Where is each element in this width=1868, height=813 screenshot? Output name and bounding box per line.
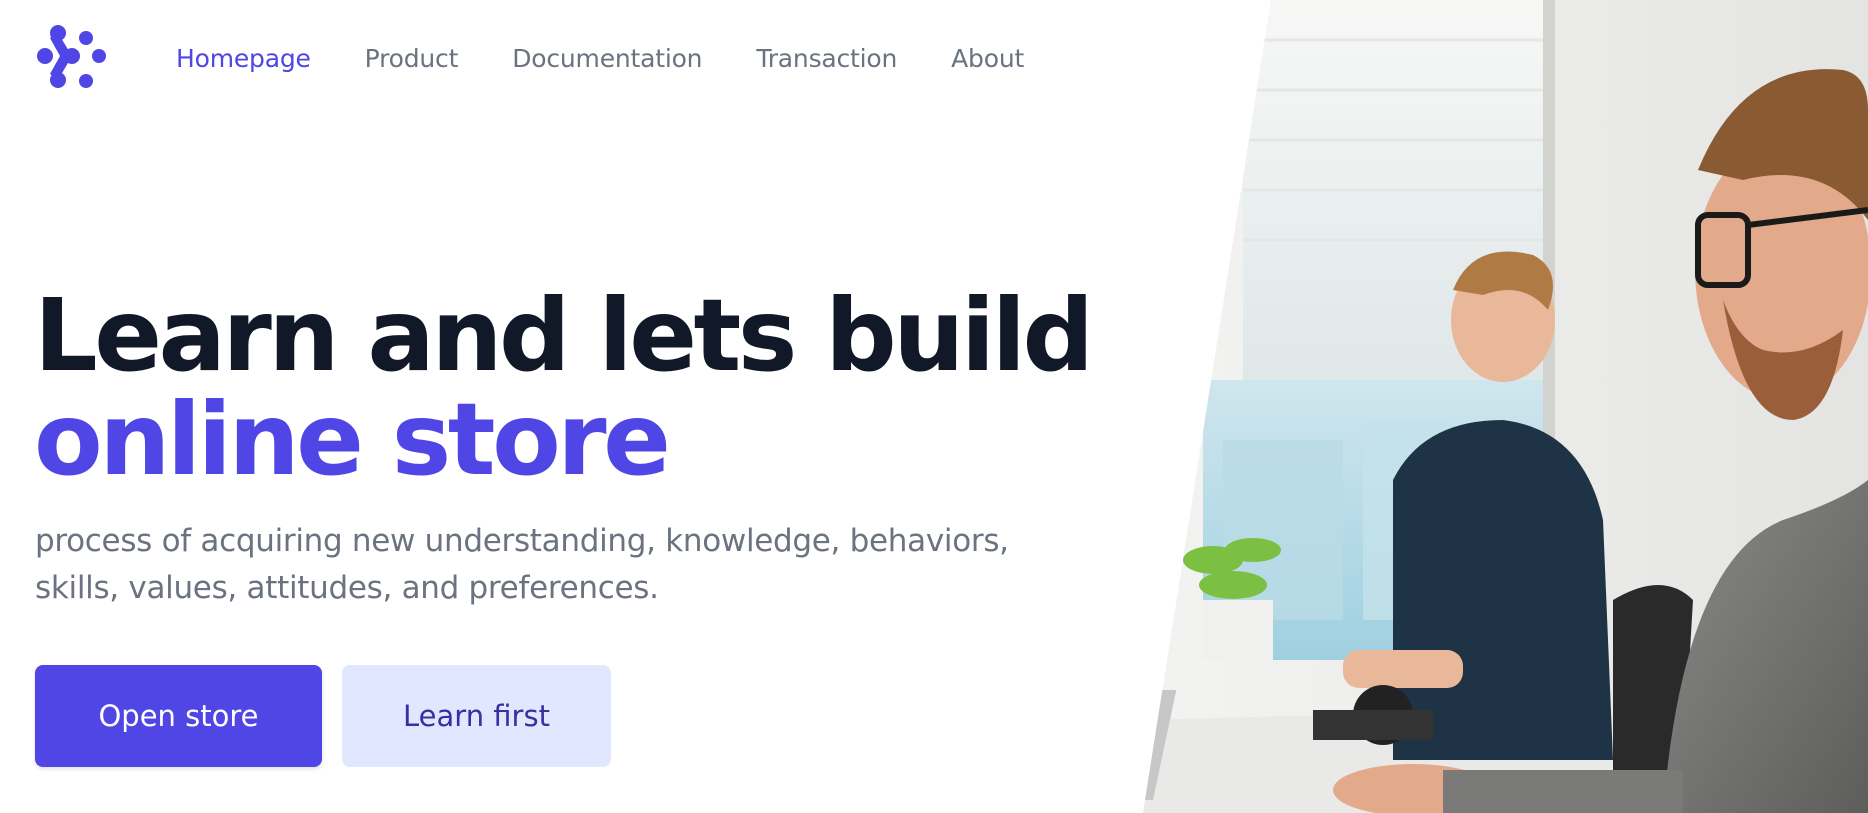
office-workers-image — [1143, 0, 1868, 813]
main-nav: Homepage Product Documentation Transacti… — [176, 38, 1024, 78]
hero-title-line1: Learn and lets build — [34, 277, 1094, 394]
nav-item-product[interactable]: Product — [365, 44, 459, 73]
brand-logo[interactable] — [36, 24, 108, 90]
nav-item-homepage[interactable]: Homepage — [176, 44, 311, 73]
hero-photo — [1143, 0, 1868, 813]
dots-logo-icon — [37, 25, 106, 88]
nav-item-transaction[interactable]: Transaction — [756, 44, 897, 73]
nav-item-documentation[interactable]: Documentation — [512, 44, 702, 73]
hero-description-line2: skills, values, attitudes, and preferenc… — [35, 570, 659, 606]
nav-item-about[interactable]: About — [951, 44, 1024, 73]
hero-title: Learn and lets build online store — [34, 284, 1134, 492]
open-store-button[interactable]: Open store — [35, 665, 322, 767]
hero-title-line2: online store — [34, 381, 671, 498]
learn-first-button[interactable]: Learn first — [342, 665, 611, 767]
hero-description: process of acquiring new understanding, … — [35, 518, 1035, 612]
hero-description-line1: process of acquiring new understanding, … — [35, 523, 1009, 559]
